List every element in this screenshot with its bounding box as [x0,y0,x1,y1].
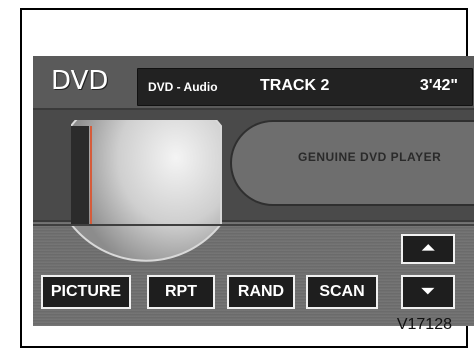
rand-button[interactable]: RAND [227,275,295,309]
scan-button[interactable]: SCAN [306,275,378,309]
time-label: 3'42" [419,77,458,94]
scroll-up-button[interactable]: ⏶ [401,234,455,264]
track-label: TRACK 2 [260,77,330,94]
figure-frame: DVD DVD - Audio TRACK 2 3'42" GENUINE DV… [20,8,474,348]
info-bar: DVD - Audio TRACK 2 3'42" [137,68,473,106]
figure-caption: V17128 [396,316,452,333]
dvd-screen: DVD DVD - Audio TRACK 2 3'42" GENUINE DV… [33,56,474,326]
double-down-arrow-icon: ⏷ [421,283,435,300]
plate-text: GENUINE DVD PLAYER [298,150,442,164]
rpt-button[interactable]: RPT [147,275,215,309]
screen-header: DVD DVD - Audio TRACK 2 3'42" [33,56,474,108]
picture-button[interactable]: PICTURE [41,275,131,309]
format-label: DVD - Audio [148,80,218,94]
divider [33,224,474,226]
scroll-down-button[interactable]: ⏷ [401,275,455,309]
double-up-arrow-icon: ⏶ [421,240,435,257]
screen-title: DVD [51,66,109,96]
player-plate: GENUINE DVD PLAYER [230,120,474,206]
disc-icon [71,120,222,262]
